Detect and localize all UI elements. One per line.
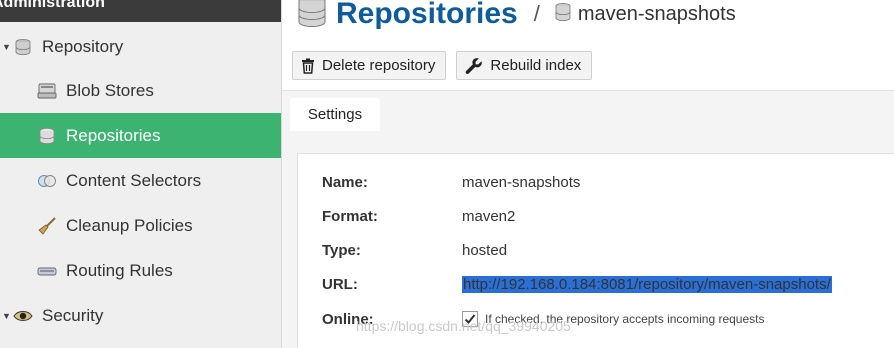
database-icon xyxy=(296,0,328,34)
watermark: https://blog.csdn.net/qq_39940205 xyxy=(356,318,571,334)
delete-repository-button[interactable]: Delete repository xyxy=(292,51,447,80)
toolbar: Delete repository Rebuild index xyxy=(292,51,593,80)
page-header: Repositories / maven-snapshots xyxy=(296,0,736,34)
tab-bar: Settings xyxy=(282,90,894,139)
routing-rule-icon xyxy=(37,261,57,281)
sidebar-header: Administration xyxy=(0,0,281,22)
trash-icon xyxy=(302,58,314,74)
sidebar-item-label: Repository xyxy=(42,36,124,56)
content-selector-icon xyxy=(37,171,57,191)
main-content: Repositories / maven-snapshots Delete re… xyxy=(282,0,894,348)
security-eye-icon xyxy=(13,306,33,326)
type-value: hosted xyxy=(462,241,508,259)
url-label: URL: xyxy=(322,275,358,293)
broom-icon xyxy=(37,216,57,236)
rebuild-index-label: Rebuild index xyxy=(490,57,582,74)
expand-arrow-icon[interactable]: ▼ xyxy=(2,311,11,321)
sidebar-item-cleanup-policies[interactable]: Cleanup Policies xyxy=(0,203,281,248)
sidebar-item-label: Content Selectors xyxy=(66,170,202,190)
page-title[interactable]: Repositories xyxy=(336,0,518,31)
name-row: Name: maven-snapshots xyxy=(322,172,580,192)
wrench-icon xyxy=(466,57,483,74)
database-icon xyxy=(13,37,33,57)
type-label: Type: xyxy=(322,241,361,259)
name-label: Name: xyxy=(322,173,368,191)
admin-sidebar: Administration ▼ Repository Blob Stores … xyxy=(0,0,282,348)
type-row: Type: hosted xyxy=(322,240,507,260)
delete-repository-label: Delete repository xyxy=(322,57,436,74)
url-value[interactable]: http://192.168.0.184:8081/repository/mav… xyxy=(462,275,832,293)
breadcrumb-current: maven-snapshots xyxy=(577,2,736,25)
format-label: Format: xyxy=(322,207,378,225)
sidebar-item-repositories[interactable]: Repositories xyxy=(0,113,281,158)
expand-arrow-icon[interactable]: ▼ xyxy=(2,42,11,52)
blob-store-icon xyxy=(37,81,57,101)
sidebar-item-blob-stores[interactable]: Blob Stores xyxy=(0,68,281,113)
sidebar-item-label: Cleanup Policies xyxy=(66,215,193,235)
rebuild-index-button[interactable]: Rebuild index xyxy=(456,51,593,80)
sidebar-item-label: Routing Rules xyxy=(66,260,173,280)
sidebar-item-security[interactable]: ▼ Security xyxy=(0,293,281,338)
name-value: maven-snapshots xyxy=(462,173,581,191)
database-icon xyxy=(37,126,57,146)
sidebar-item-routing-rules[interactable]: Routing Rules xyxy=(0,248,281,293)
sidebar-item-content-selectors[interactable]: Content Selectors xyxy=(0,158,281,203)
url-row: URL: http://192.168.0.184:8081/repositor… xyxy=(322,274,832,294)
tab-settings[interactable]: Settings xyxy=(290,98,380,131)
sidebar-item-label: Blob Stores xyxy=(66,80,154,100)
breadcrumb-separator: / xyxy=(533,1,540,26)
format-row: Format: maven2 xyxy=(322,206,515,226)
sidebar-item-label: Security xyxy=(42,305,104,325)
sidebar-item-label: Repositories xyxy=(66,125,161,145)
format-value: maven2 xyxy=(462,207,516,225)
sidebar-item-repository[interactable]: ▼ Repository xyxy=(0,24,281,69)
database-icon xyxy=(554,2,572,27)
